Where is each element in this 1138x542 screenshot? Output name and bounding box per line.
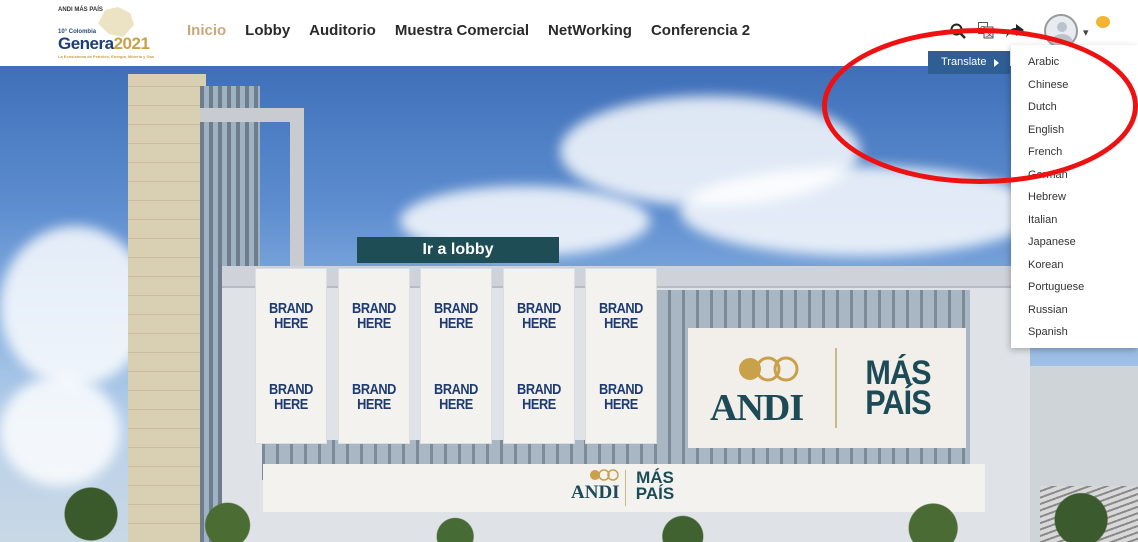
brand-banner[interactable]: BRAND HERE BRAND HERE bbox=[585, 268, 657, 444]
svg-text:G: G bbox=[980, 25, 985, 33]
nav-inicio[interactable]: Inicio bbox=[187, 22, 226, 39]
brand-text: BRAND HERE bbox=[261, 382, 321, 412]
brand-line2: HERE bbox=[357, 396, 391, 413]
brand-line2: HERE bbox=[522, 396, 556, 413]
frame-beam bbox=[200, 108, 300, 122]
brand-line2: HERE bbox=[357, 315, 391, 332]
lang-spanish[interactable]: Spanish bbox=[1011, 321, 1138, 344]
go-to-lobby-button[interactable]: Ir a lobby bbox=[357, 237, 559, 263]
brand-banner[interactable]: BRAND HERE BRAND HERE bbox=[503, 268, 575, 444]
stone-tower bbox=[128, 74, 206, 542]
lang-korean[interactable]: Korean bbox=[1011, 254, 1138, 277]
brand-line2: HERE bbox=[522, 315, 556, 332]
logo-subtitle: La Ecosistema de Petróleo, Energía, Mine… bbox=[58, 54, 155, 59]
brand-banner[interactable]: BRAND HERE BRAND HERE bbox=[338, 268, 410, 444]
brand-text: BRAND HERE bbox=[344, 301, 404, 331]
lang-english[interactable]: English bbox=[1011, 119, 1138, 142]
caret-right-icon bbox=[994, 59, 999, 67]
lang-japanese[interactable]: Japanese bbox=[1011, 231, 1138, 254]
search-icon[interactable] bbox=[950, 23, 966, 44]
logo-partners: ANDI MÁS PAÍS bbox=[58, 7, 103, 13]
brand-text: BRAND HERE bbox=[344, 382, 404, 412]
brand-line2: HERE bbox=[439, 396, 473, 413]
chat-icon[interactable] bbox=[1096, 16, 1110, 28]
logo-name: Genera bbox=[58, 34, 114, 53]
brand-line2: HERE bbox=[604, 315, 638, 332]
andi-logo-icon bbox=[590, 469, 619, 481]
lang-portuguese[interactable]: Portuguese bbox=[1011, 276, 1138, 299]
pais-line: PAÍS bbox=[865, 384, 931, 422]
translate-label: Translate bbox=[941, 56, 987, 68]
brand-text: BRAND HERE bbox=[509, 301, 569, 331]
nav-auditorio[interactable]: Auditorio bbox=[309, 22, 376, 39]
brand-text: BRAND HERE bbox=[426, 382, 486, 412]
lang-french[interactable]: French bbox=[1011, 141, 1138, 164]
share-icon[interactable] bbox=[1006, 24, 1024, 43]
cloud-shape bbox=[680, 166, 1040, 256]
lang-russian[interactable]: Russian bbox=[1011, 299, 1138, 322]
brand-line2: HERE bbox=[604, 396, 638, 413]
nav-lobby[interactable]: Lobby bbox=[245, 22, 290, 39]
andi-wordmark: ANDI bbox=[710, 387, 804, 429]
lang-dutch[interactable]: Dutch bbox=[1011, 96, 1138, 119]
brand-text: BRAND HERE bbox=[261, 301, 321, 331]
lang-german[interactable]: German bbox=[1011, 164, 1138, 187]
venue-scene: Ir a lobby BRAND HERE BRAND HERE BRAND HERE… bbox=[0, 66, 1138, 542]
nav-networking[interactable]: NetWorking bbox=[548, 22, 632, 39]
andi-sign[interactable]: ANDI MÁS PAÍS bbox=[688, 328, 966, 448]
brand-text: BRAND HERE bbox=[591, 301, 651, 331]
avatar[interactable] bbox=[1044, 14, 1078, 48]
lang-arabic[interactable]: Arabic bbox=[1011, 51, 1138, 74]
lang-hebrew[interactable]: Hebrew bbox=[1011, 186, 1138, 209]
andi-logo-icon bbox=[739, 356, 799, 382]
nav-muestra-comercial[interactable]: Muestra Comercial bbox=[395, 22, 529, 39]
lang-italian[interactable]: Italian bbox=[1011, 209, 1138, 232]
sign-divider bbox=[835, 348, 837, 428]
svg-text:文: 文 bbox=[986, 29, 993, 38]
brand-line2: HERE bbox=[274, 315, 308, 332]
mas-pais-wordmark: MÁSPAÍS bbox=[855, 356, 941, 420]
translate-button[interactable]: Translate bbox=[928, 51, 1010, 74]
brand-banner[interactable]: BRAND HERE BRAND HERE bbox=[255, 268, 327, 444]
tree-line bbox=[0, 486, 1138, 542]
brand-banner[interactable]: BRAND HERE BRAND HERE bbox=[420, 268, 492, 444]
chevron-down-icon[interactable]: ▾ bbox=[1083, 26, 1089, 39]
brand-text: BRAND HERE bbox=[426, 301, 486, 331]
lang-chinese[interactable]: Chinese bbox=[1011, 74, 1138, 97]
genera-logo[interactable]: ANDI MÁS PAÍS 10° Colombia Genera2021 La… bbox=[58, 7, 170, 61]
logo-title: Genera2021 bbox=[58, 34, 150, 54]
translate-icon[interactable]: G文 bbox=[978, 22, 994, 44]
nav-conferencia-2[interactable]: Conferencia 2 bbox=[651, 22, 750, 39]
brand-line2: HERE bbox=[439, 315, 473, 332]
brand-text: BRAND HERE bbox=[509, 382, 569, 412]
main-nav: Inicio Lobby Auditorio Muestra Comercial… bbox=[187, 22, 769, 39]
brand-text: BRAND HERE bbox=[591, 382, 651, 412]
language-menu: Arabic Chinese Dutch English French Germ… bbox=[1011, 45, 1138, 348]
logo-year: 2021 bbox=[113, 34, 150, 53]
brand-line2: HERE bbox=[274, 396, 308, 413]
colombia-map-icon bbox=[98, 7, 134, 37]
avatar-head-icon bbox=[1057, 22, 1067, 32]
cloud-shape bbox=[0, 376, 120, 486]
